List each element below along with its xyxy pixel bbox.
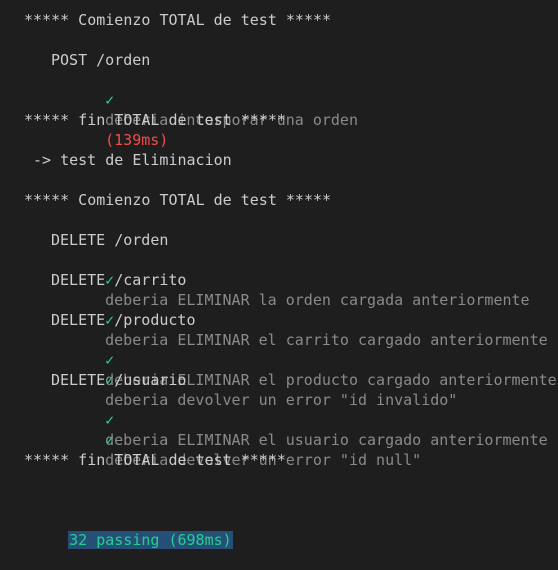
passing-summary[interactable]: 32 passing (698ms): [32, 510, 233, 549]
suite-end-banner: ***** fin TOTAL de test *****: [24, 451, 286, 469]
suite-delete-orden: DELETE /orden: [51, 231, 169, 249]
suite-delete-producto: DELETE /producto: [51, 311, 196, 329]
test-description: deberia ELIMINAR el usuario cargado ante…: [105, 431, 548, 449]
section-header-eliminacion: -> test de Eliminacion: [33, 151, 232, 169]
suite-start-banner: ***** Comienzo TOTAL de test *****: [24, 11, 332, 29]
suite-post-orden: POST /orden: [51, 51, 151, 69]
terminal-output[interactable]: ***** Comienzo TOTAL de test ***** POST …: [0, 0, 558, 549]
suite-delete-carrito: DELETE /carrito: [51, 271, 187, 289]
test-result-row: ✓ deberia ELIMINAR el usuario cargado an…: [69, 390, 548, 449]
test-result-row: ✓ deberia ELIMINAR el producto cargado a…: [69, 330, 557, 389]
check-icon: ✓: [105, 91, 115, 109]
passing-summary-text[interactable]: 32 passing (698ms): [68, 531, 233, 549]
test-result-row: ✓ deberia devolver un error "id invalido…: [69, 350, 457, 409]
check-icon: ✓: [105, 431, 115, 449]
suite-end-banner: ***** fin TOTAL de test *****: [24, 111, 286, 129]
suite-start-banner: ***** Comienzo TOTAL de test *****: [24, 191, 332, 209]
test-result-row: ✓ deberia devolver un error "id null": [69, 410, 421, 469]
test-result-row: ✓ deberia ELIMINAR la orden cargada ante…: [69, 250, 529, 309]
suite-delete-usuario: DELETE /usuario: [51, 371, 187, 389]
test-duration: (139ms): [105, 131, 169, 149]
test-result-row: ✓ deberia incorporar una orden (139ms): [69, 70, 358, 149]
test-result-row: ✓ deberia ELIMINAR el carrito cargado an…: [69, 290, 548, 349]
